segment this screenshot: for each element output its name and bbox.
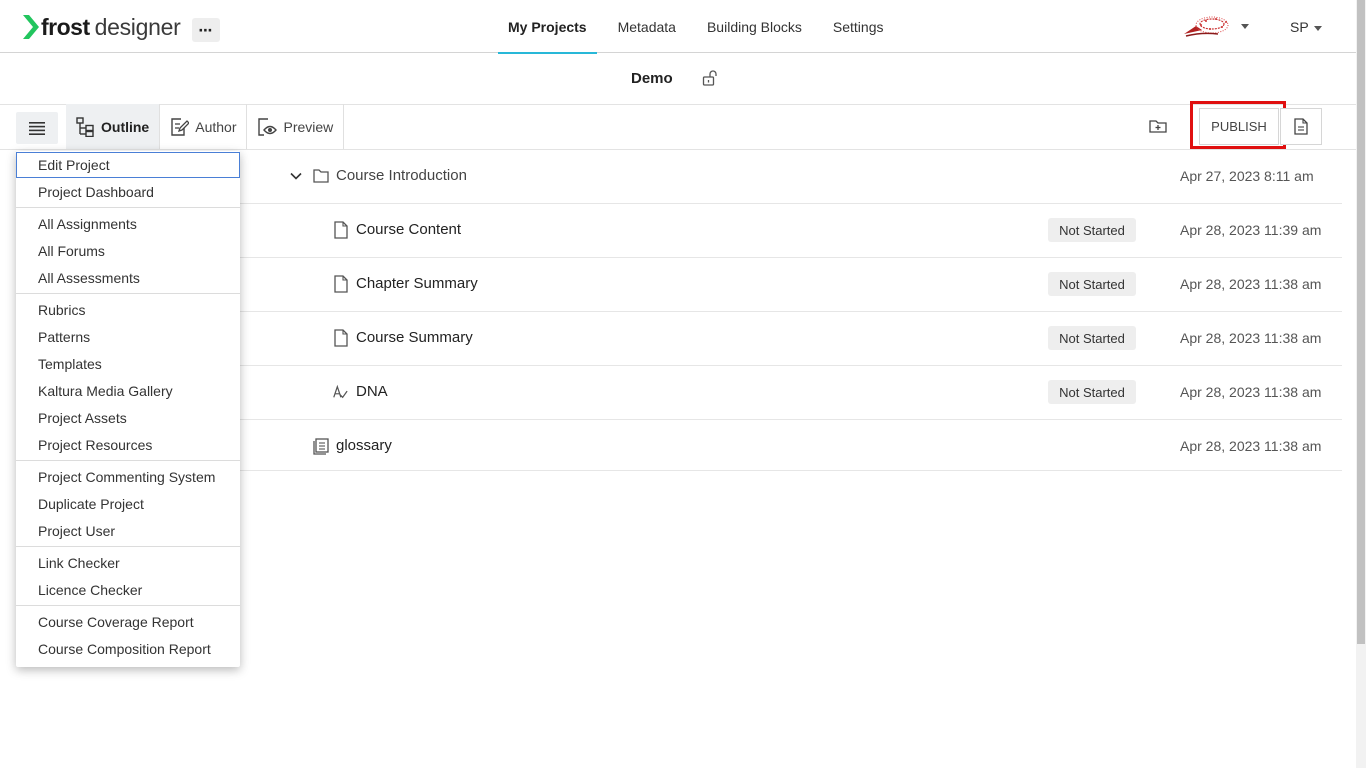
status-badge: Not Started <box>1048 272 1136 296</box>
document-icon <box>1294 118 1308 135</box>
menu-item-kaltura-media-gallery[interactable]: Kaltura Media Gallery <box>16 378 240 404</box>
menu-item-licence-checker[interactable]: Licence Checker <box>16 577 240 603</box>
outline-row-course-summary[interactable]: Course Summary Not Started Apr 28, 2023 … <box>240 312 1342 366</box>
menu-item-patterns[interactable]: Patterns <box>16 324 240 350</box>
tab-author[interactable]: Author <box>160 104 248 149</box>
menu-divider <box>16 546 240 547</box>
unlock-icon[interactable] <box>702 70 718 86</box>
nav-settings[interactable]: Settings <box>823 0 894 53</box>
page-icon <box>334 221 348 239</box>
project-toolbar: Outline Author Preview PUBLISH <box>0 101 1356 150</box>
outline-row-course-introduction[interactable]: Course Introduction Apr 27, 2023 8:11 am <box>240 150 1342 204</box>
project-menu-dropdown: Edit Project Project Dashboard All Assig… <box>16 151 240 667</box>
menu-item-course-coverage-report[interactable]: Course Coverage Report <box>16 609 240 635</box>
menu-divider <box>16 293 240 294</box>
nav-my-projects[interactable]: My Projects <box>498 0 597 54</box>
menu-item-templates[interactable]: Templates <box>16 351 240 377</box>
outline-item-name: Chapter Summary <box>356 275 478 292</box>
user-menu[interactable]: SP <box>1290 19 1309 35</box>
menu-divider <box>16 207 240 208</box>
menu-item-project-assets[interactable]: Project Assets <box>16 405 240 431</box>
brand-name-strong: frost <box>41 13 90 40</box>
chevron-down-icon[interactable] <box>290 172 302 181</box>
tab-outline[interactable]: Outline <box>66 104 161 149</box>
outline-row-chapter-summary[interactable]: Chapter Summary Not Started Apr 28, 2023… <box>240 258 1342 312</box>
status-badge: Not Started <box>1048 326 1136 350</box>
hamburger-icon <box>29 121 45 135</box>
user-chevron-down-icon[interactable] <box>1314 26 1322 31</box>
view-tabs: Outline Author Preview <box>66 104 345 149</box>
project-menu-button[interactable] <box>16 112 58 144</box>
add-folder-icon[interactable] <box>1148 116 1168 136</box>
preview-eye-icon <box>258 117 278 136</box>
nav-building-blocks[interactable]: Building Blocks <box>697 0 812 53</box>
page-scrollbar[interactable] <box>1356 0 1366 768</box>
outline-item-name: Course Summary <box>356 329 473 346</box>
outline-item-name: Course Introduction <box>336 167 467 184</box>
menu-item-all-assessments[interactable]: All Assessments <box>16 265 240 291</box>
outline-item-name: glossary <box>336 437 392 454</box>
folder-icon <box>313 169 329 183</box>
menu-divider <box>16 460 240 461</box>
menu-item-duplicate-project[interactable]: Duplicate Project <box>16 491 240 517</box>
outline-item-date: Apr 27, 2023 8:11 am <box>1180 168 1314 184</box>
menu-item-project-user[interactable]: Project User <box>16 518 240 544</box>
tab-outline-label: Outline <box>101 118 150 135</box>
status-badge: Not Started <box>1048 380 1136 404</box>
outline-item-date: Apr 28, 2023 11:39 am <box>1180 222 1322 238</box>
project-title-bar: Demo <box>0 53 1356 105</box>
outline-item-date: Apr 28, 2023 11:38 am <box>1180 438 1322 454</box>
outline-item-date: Apr 28, 2023 11:38 am <box>1180 276 1322 292</box>
menu-item-link-checker[interactable]: Link Checker <box>16 550 240 576</box>
outline-item-date: Apr 28, 2023 11:38 am <box>1180 330 1322 346</box>
assessment-icon <box>333 384 348 399</box>
page-icon <box>334 275 348 293</box>
outline-item-name: DNA <box>356 383 388 400</box>
outline-item-date: Apr 28, 2023 11:38 am <box>1180 384 1322 400</box>
tab-preview[interactable]: Preview <box>247 104 345 149</box>
document-button[interactable] <box>1280 108 1322 145</box>
nav-metadata[interactable]: Metadata <box>608 0 686 53</box>
brand-name-light: designer <box>94 13 181 40</box>
menu-item-all-assignments[interactable]: All Assignments <box>16 211 240 237</box>
menu-item-edit-project[interactable]: Edit Project <box>16 152 240 178</box>
outline-row-course-content[interactable]: Course Content Not Started Apr 28, 2023 … <box>240 204 1342 258</box>
author-edit-icon <box>171 117 190 136</box>
outline-row-dna[interactable]: DNA Not Started Apr 28, 2023 11:38 am <box>240 366 1342 420</box>
outline-tree-icon <box>76 116 94 137</box>
menu-item-rubrics[interactable]: Rubrics <box>16 297 240 323</box>
menu-item-course-composition-report[interactable]: Course Composition Report <box>16 636 240 662</box>
frost-designer-logo[interactable]: frost designer <box>23 13 181 41</box>
project-title: Demo <box>631 70 673 87</box>
menu-item-project-commenting-system[interactable]: Project Commenting System <box>16 464 240 490</box>
scrollbar-thumb[interactable] <box>1357 0 1365 644</box>
outline-item-name: Course Content <box>356 221 462 238</box>
top-header: frost designer ⋯ My Projects Metadata Bu… <box>0 0 1356 54</box>
menu-item-all-forums[interactable]: All Forums <box>16 238 240 264</box>
glossary-book-icon <box>313 438 329 455</box>
tab-preview-label: Preview <box>283 118 334 135</box>
menu-item-project-resources[interactable]: Project Resources <box>16 432 240 458</box>
tab-author-label: Author <box>195 118 237 135</box>
more-options-button[interactable]: ⋯ <box>192 18 220 42</box>
outline-row-glossary[interactable]: glossary Apr 28, 2023 11:38 am <box>240 420 1342 471</box>
brand-chevron-icon <box>23 15 39 39</box>
publish-button[interactable]: PUBLISH <box>1199 108 1279 145</box>
main-nav: My Projects Metadata Building Blocks Set… <box>498 0 905 54</box>
page-icon <box>334 329 348 347</box>
status-badge: Not Started <box>1048 218 1136 242</box>
org-chevron-down-icon[interactable] <box>1241 24 1249 29</box>
menu-item-project-dashboard[interactable]: Project Dashboard <box>16 179 240 205</box>
menu-divider <box>16 605 240 606</box>
organization-logo[interactable] <box>1182 12 1234 40</box>
